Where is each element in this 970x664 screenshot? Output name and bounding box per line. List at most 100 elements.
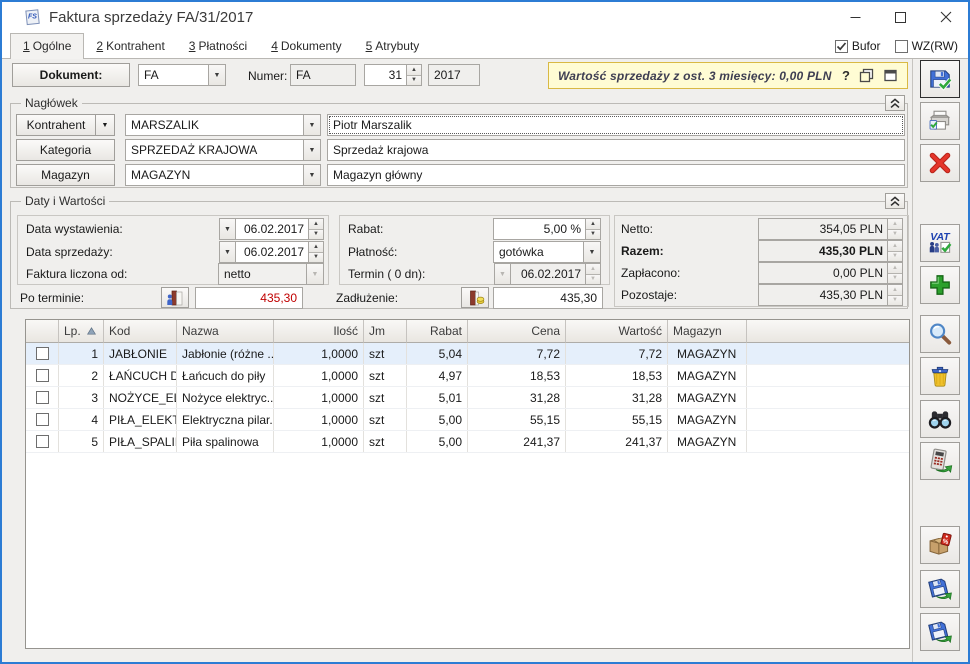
save-button[interactable] xyxy=(920,60,960,98)
discounts-button[interactable]: % xyxy=(920,526,960,564)
numer-value-field[interactable]: 31 ▲▼ xyxy=(364,64,422,86)
tab-kontrahent[interactable]: 2Kontrahent xyxy=(84,34,176,58)
row-checkbox[interactable] xyxy=(36,413,49,426)
print-button[interactable] xyxy=(920,102,960,140)
netto-label: Netto: xyxy=(621,218,653,240)
header-cena[interactable]: Cena xyxy=(468,320,566,343)
window-title: Faktura sprzedaży FA/31/2017 xyxy=(49,9,253,26)
save-arrow-icon xyxy=(926,618,954,646)
red-x-icon xyxy=(927,150,953,176)
spin-down-icon[interactable]: ▼ xyxy=(407,75,421,86)
row-checkbox[interactable] xyxy=(36,435,49,448)
svg-text:FS: FS xyxy=(28,13,37,20)
zadluzenie-button[interactable] xyxy=(461,287,489,308)
maximize-button[interactable] xyxy=(878,2,923,32)
platnosc-combo[interactable]: gotówka▼ xyxy=(493,241,601,263)
table-header-row: Lp. Kod Nazwa Ilość Jm Rabat Cena Wartoś… xyxy=(26,320,909,343)
kategoria-button[interactable]: Kategoria xyxy=(16,139,115,161)
kontrahent-code-combo[interactable]: MARSZALIK▼ xyxy=(125,114,321,136)
trash-icon xyxy=(927,363,953,389)
row-checkbox[interactable] xyxy=(36,391,49,404)
table-row[interactable]: 5 PIŁA_SPALINOWA Piła spalinowa 1,0000 s… xyxy=(26,431,909,453)
add-item-button[interactable] xyxy=(920,266,960,304)
table-row[interactable]: 1 JABŁONIE Jabłonie (różne ... 1,0000 sz… xyxy=(26,343,909,365)
wz-rw-checkbox[interactable]: WZ(RW) xyxy=(895,39,958,53)
bufor-checkbox[interactable]: Bufor xyxy=(835,39,881,53)
header-rabat[interactable]: Rabat xyxy=(407,320,468,343)
date-spinner[interactable]: ▲▼ xyxy=(308,219,323,239)
delete-item-button[interactable] xyxy=(920,357,960,395)
po-terminie-value: 435,30 xyxy=(195,287,303,309)
faktura-liczona-label: Faktura liczona od: xyxy=(26,263,127,285)
debt-ledger-icon xyxy=(464,290,486,306)
save-copy-button[interactable] xyxy=(920,613,960,651)
sort-ascending-icon xyxy=(87,327,96,335)
kategoria-code-combo[interactable]: SPRZEDAŻ KRAJOWA▼ xyxy=(125,139,321,161)
tab-dokumenty[interactable]: 4Dokumenty xyxy=(259,34,353,58)
chevron-down-icon[interactable]: ▼ xyxy=(303,165,320,185)
chevron-down-icon[interactable]: ▼ xyxy=(583,242,600,262)
payment-terminal-button[interactable] xyxy=(920,442,960,480)
data-wystawienia-control[interactable]: ▼ 06.02.2017 ▲▼ xyxy=(219,218,324,240)
table-row[interactable]: 4 PIŁA_ELEKTR Elektryczna pilar... 1,000… xyxy=(26,409,909,431)
cancel-button[interactable] xyxy=(920,144,960,182)
spin-up-icon[interactable]: ▲ xyxy=(407,65,421,75)
rabat-spinner[interactable]: ▲▼ xyxy=(585,219,600,239)
termin-control: ▼ 06.02.2017 ▲▼ xyxy=(494,263,601,285)
magazyn-code-combo[interactable]: MAGAZYN▼ xyxy=(125,164,321,186)
save-export-button[interactable] xyxy=(920,570,960,608)
tab-ogolne[interactable]: 1Ogólne xyxy=(10,33,84,59)
magazyn-button[interactable]: Magazyn xyxy=(16,164,115,186)
find-item-button[interactable] xyxy=(920,400,960,438)
magnifier-icon xyxy=(927,321,953,347)
plus-icon xyxy=(927,272,953,298)
tab-platnosci[interactable]: 3Płatności xyxy=(177,34,259,58)
calendar-drop-icon[interactable]: ▼ xyxy=(219,218,236,240)
chevron-down-icon[interactable]: ▼ xyxy=(303,115,320,135)
numer-spinner[interactable]: ▲▼ xyxy=(406,65,421,85)
binoculars-icon xyxy=(926,405,954,433)
naglowek-collapse-button[interactable] xyxy=(885,95,905,111)
rabat-field[interactable]: 5,00 % ▲▼ xyxy=(493,218,601,240)
sales-info-text: Wartość sprzedaży z ost. 3 miesięcy: 0,0… xyxy=(558,69,833,83)
chevron-down-icon[interactable]: ▼ xyxy=(303,140,320,160)
dokument-button[interactable]: Dokument: xyxy=(12,63,130,87)
header-nazwa[interactable]: Nazwa xyxy=(177,320,274,343)
pozostaje-field: 435,30 PLN ▲▼ xyxy=(758,284,903,306)
header-kod[interactable]: Kod xyxy=(104,320,177,343)
data-sprzedazy-control[interactable]: ▼ 06.02.2017 ▲▼ xyxy=(219,241,324,263)
kontrahent-button[interactable]: Kontrahent xyxy=(16,114,96,136)
minimize-button[interactable] xyxy=(833,2,878,32)
daty-collapse-button[interactable] xyxy=(885,193,905,209)
numer-year-field: 2017 xyxy=(428,64,480,86)
restore-panel-icon[interactable] xyxy=(859,68,874,83)
header-wartosc[interactable]: Wartość xyxy=(566,320,668,343)
header-jm[interactable]: Jm xyxy=(364,320,407,343)
kontrahent-type-arrow[interactable]: ▼ xyxy=(95,114,115,136)
tab-atrybuty[interactable]: 5Atrybuty xyxy=(354,34,432,58)
document-type-combo[interactable]: FA ▼ xyxy=(138,64,226,86)
kontrahent-name-field[interactable]: Piotr Marszalik xyxy=(327,114,905,136)
header-select-column[interactable] xyxy=(26,320,59,343)
vat-summary-button[interactable]: VAT xyxy=(920,224,960,262)
close-button[interactable] xyxy=(923,2,968,32)
edit-item-button[interactable] xyxy=(920,315,960,353)
data-sprzedazy-label: Data sprzedaży: xyxy=(26,241,113,263)
help-icon[interactable]: ? xyxy=(842,68,850,83)
header-magazyn[interactable]: Magazyn xyxy=(668,320,747,343)
chevron-down-icon[interactable]: ▼ xyxy=(208,65,225,85)
table-row[interactable]: 3 NOŻYCE_EL. Nożyce elektryc... 1,0000 s… xyxy=(26,387,909,409)
po-terminie-button[interactable] xyxy=(161,287,189,308)
magazyn-name-field[interactable]: Magazyn główny xyxy=(327,164,905,186)
date-spinner[interactable]: ▲▼ xyxy=(308,242,323,262)
header-ilosc[interactable]: Ilość xyxy=(274,320,364,343)
kategoria-name-field[interactable]: Sprzedaż krajowa xyxy=(327,139,905,161)
invoice-window: FS Faktura sprzedaży FA/31/2017 1Ogólne … xyxy=(0,0,970,664)
minimize-icon xyxy=(850,12,861,23)
row-checkbox[interactable] xyxy=(36,347,49,360)
calendar-drop-icon[interactable]: ▼ xyxy=(219,241,236,263)
row-checkbox[interactable] xyxy=(36,369,49,382)
table-row[interactable]: 2 ŁAŃCUCH DO PIŁY Łańcuch do piły 1,0000… xyxy=(26,365,909,387)
header-lp[interactable]: Lp. xyxy=(59,320,104,343)
expand-panel-icon[interactable] xyxy=(883,68,898,83)
